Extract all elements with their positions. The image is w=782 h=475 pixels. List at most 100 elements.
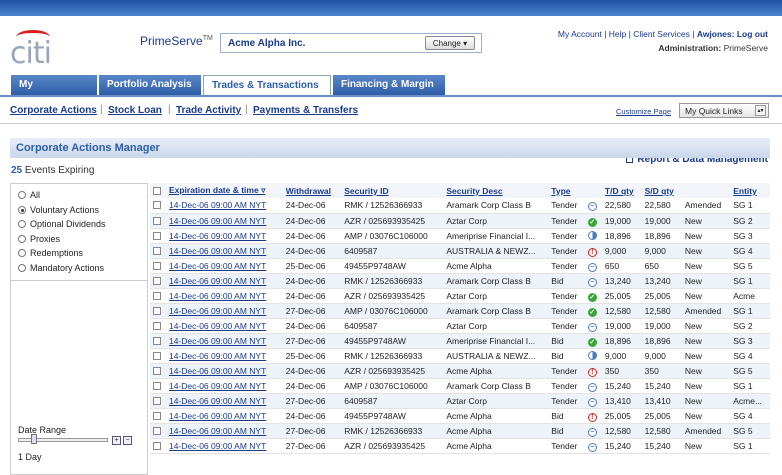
table-row[interactable]: 14-Dec-06 09:00 AM NYT 24-Dec-06 RMK / 125… bbox=[150, 198, 770, 214]
checkbox[interactable] bbox=[150, 303, 166, 319]
table-row[interactable]: 14-Dec-06 09:00 AM NYT 24-Dec-06 AZR / 025… bbox=[150, 213, 770, 229]
checkbox[interactable] bbox=[150, 363, 166, 379]
expiration-link[interactable]: 14-Dec-06 09:00 AM NYT bbox=[165, 288, 283, 304]
table-row[interactable]: 14-Dec-06 09:00 AM NYT 24-Dec-06 AMP / 030… bbox=[150, 228, 770, 244]
expiration-link[interactable]: 14-Dec-06 09:00 AM NYT bbox=[165, 438, 283, 454]
radio-button[interactable] bbox=[18, 249, 26, 257]
subnav-stock-loan[interactable]: Stock Loan bbox=[108, 105, 162, 116]
expiration-link[interactable]: 14-Dec-06 09:00 AM NYT bbox=[165, 348, 283, 364]
expiration-link[interactable]: 14-Dec-06 09:00 AM NYT bbox=[165, 333, 283, 349]
expiration-link[interactable]: 14-Dec-06 09:00 AM NYT bbox=[165, 408, 283, 424]
type: Bid bbox=[548, 408, 585, 424]
logout-link[interactable]: Log out bbox=[737, 29, 768, 39]
expiration-link[interactable]: 14-Dec-06 09:00 AM NYT bbox=[165, 198, 283, 214]
table-row[interactable]: 14-Dec-06 09:00 AM NYT 24-Dec-06 AZR / 025… bbox=[150, 363, 770, 379]
checkbox[interactable] bbox=[150, 273, 166, 289]
expiration-link[interactable]: 14-Dec-06 09:00 AM NYT bbox=[165, 213, 283, 229]
security-id: RMK / 12526366933 bbox=[341, 273, 444, 289]
checkbox[interactable] bbox=[150, 213, 166, 229]
checkbox[interactable] bbox=[150, 288, 166, 304]
radio-button[interactable] bbox=[18, 205, 26, 214]
filter-option[interactable]: All bbox=[18, 190, 40, 200]
table-row[interactable]: 14-Dec-06 09:00 AM NYT 27-Dec-06 AZR / 025… bbox=[150, 438, 770, 454]
checkbox[interactable] bbox=[150, 258, 166, 274]
table-row[interactable]: 14-Dec-06 09:00 AM NYT 24-Dec-06 49455P974… bbox=[150, 408, 770, 424]
subnav-payments-transfers[interactable]: Payments & Transfers bbox=[253, 105, 358, 116]
expiration-link[interactable]: 14-Dec-06 09:00 AM NYT bbox=[165, 363, 283, 379]
table-row[interactable]: 14-Dec-06 09:00 AM NYT 24-Dec-06 6409587 Az… bbox=[150, 318, 770, 334]
checkbox[interactable] bbox=[150, 393, 166, 409]
table-row[interactable]: 14-Dec-06 09:00 AM NYT 27-Dec-06 AMP / 030… bbox=[150, 303, 770, 319]
table-row[interactable]: 14-Dec-06 09:00 AM NYT 27-Dec-06 6409587 Az… bbox=[150, 393, 770, 409]
account-selector: Acme Alpha Inc. Change ▾ bbox=[220, 33, 482, 53]
status-icon bbox=[584, 348, 602, 364]
tab-financing-margin[interactable]: Financing & Margin ▾ bbox=[333, 75, 445, 110]
checkbox[interactable] bbox=[150, 408, 166, 424]
table-row[interactable]: 14-Dec-06 09:00 AM NYT 25-Dec-06 RMK / 125… bbox=[150, 348, 770, 364]
checkbox[interactable] bbox=[150, 333, 166, 349]
client-services-link[interactable]: Client Services bbox=[633, 29, 690, 39]
col-expiration[interactable]: Expiration date & time ▿ bbox=[165, 183, 283, 198]
tab-portfolio-analysis[interactable]: Portfolio Analysis ▾ bbox=[99, 75, 201, 110]
expiration-link[interactable]: 14-Dec-06 09:00 AM NYT bbox=[165, 423, 283, 439]
expiration-link[interactable]: 14-Dec-06 09:00 AM NYT bbox=[165, 393, 283, 409]
checkbox[interactable] bbox=[150, 228, 166, 244]
checkbox[interactable] bbox=[150, 423, 166, 439]
filter-option[interactable]: Mandatory Actions bbox=[18, 263, 104, 273]
checkbox[interactable] bbox=[150, 438, 166, 454]
checkbox[interactable] bbox=[150, 348, 166, 364]
checkbox[interactable] bbox=[150, 243, 166, 259]
checkbox[interactable] bbox=[150, 318, 166, 334]
expiration-link[interactable]: 14-Dec-06 09:00 AM NYT bbox=[165, 273, 283, 289]
radio-button[interactable] bbox=[18, 263, 26, 272]
tab-my-primeserve[interactable]: My PrimeServe bbox=[11, 75, 97, 110]
col-type[interactable]: Type bbox=[548, 183, 585, 198]
filter-option[interactable]: Optional Dividends bbox=[18, 219, 106, 229]
filter-option[interactable]: Proxies bbox=[18, 234, 60, 244]
filter-option[interactable]: Redemptions bbox=[18, 248, 83, 258]
sd-qty: 13,240 bbox=[641, 273, 682, 289]
checkbox[interactable] bbox=[150, 198, 166, 214]
radio-button[interactable] bbox=[18, 191, 26, 199]
col-entity[interactable]: Entity bbox=[730, 183, 770, 198]
col-security-desc[interactable]: Security Desc bbox=[443, 183, 549, 198]
select-all-checkbox[interactable] bbox=[150, 183, 166, 198]
table-row[interactable]: 14-Dec-06 09:00 AM NYT 24-Dec-06 RMK / 125… bbox=[150, 273, 770, 289]
help-link[interactable]: Help bbox=[609, 29, 626, 39]
plus-icon[interactable]: + bbox=[112, 436, 121, 445]
customize-page-link[interactable]: Customize Page bbox=[616, 107, 671, 116]
checkbox[interactable] bbox=[150, 378, 166, 394]
table-row[interactable]: 14-Dec-06 09:00 AM NYT 24-Dec-06 AZR / 025… bbox=[150, 288, 770, 304]
radio-button[interactable] bbox=[18, 220, 26, 228]
expiration-link[interactable]: 14-Dec-06 09:00 AM NYT bbox=[165, 318, 283, 334]
table-row[interactable]: 14-Dec-06 09:00 AM NYT 27-Dec-06 RMK / 125… bbox=[150, 423, 770, 439]
subnav-trade-activity[interactable]: Trade Activity bbox=[176, 105, 241, 116]
table-row[interactable]: 14-Dec-06 09:00 AM NYT 24-Dec-06 AMP / 030… bbox=[150, 378, 770, 394]
security-id: RMK / 12526366933 bbox=[341, 198, 444, 214]
col-security-id[interactable]: Security ID bbox=[341, 183, 444, 198]
expiration-link[interactable]: 14-Dec-06 09:00 AM NYT bbox=[165, 243, 283, 259]
my-account-link[interactable]: My Account bbox=[558, 29, 602, 39]
subnav-corporate-actions[interactable]: Corporate Actions bbox=[10, 105, 97, 116]
expiration-link[interactable]: 14-Dec-06 09:00 AM NYT bbox=[165, 378, 283, 394]
tab-trades-transactions[interactable]: Trades & Transactions ▾ bbox=[203, 75, 331, 111]
table-header-row: Expiration date & time ▿ Withdrawal Secu… bbox=[150, 183, 770, 198]
expiration-link[interactable]: 14-Dec-06 09:00 AM NYT bbox=[165, 228, 283, 244]
filter-option[interactable]: Voluntary Actions bbox=[18, 205, 99, 215]
citi-logo[interactable]: citi bbox=[10, 30, 52, 71]
expiration-link[interactable]: 14-Dec-06 09:00 AM NYT bbox=[165, 258, 283, 274]
minus-icon[interactable]: − bbox=[123, 436, 132, 445]
col-sd-qty[interactable]: S/D qty bbox=[641, 183, 682, 198]
security-desc: Aramark Corp Class B bbox=[443, 303, 549, 319]
quick-links-select[interactable]: My Quick Links ▴▾ bbox=[679, 103, 769, 118]
change-account-button[interactable]: Change ▾ bbox=[425, 36, 475, 50]
slider-handle[interactable] bbox=[31, 434, 37, 444]
table-row[interactable]: 14-Dec-06 09:00 AM NYT 25-Dec-06 49455P974… bbox=[150, 258, 770, 274]
withdrawal-date: 24-Dec-06 bbox=[282, 228, 342, 244]
col-withdrawal[interactable]: Withdrawal bbox=[282, 183, 342, 198]
col-td-qty[interactable]: T/D qty bbox=[601, 183, 642, 198]
expiration-link[interactable]: 14-Dec-06 09:00 AM NYT bbox=[165, 303, 283, 319]
table-row[interactable]: 14-Dec-06 09:00 AM NYT 24-Dec-06 6409587 AU… bbox=[150, 243, 770, 259]
table-row[interactable]: 14-Dec-06 09:00 AM NYT 27-Dec-06 49455P974… bbox=[150, 333, 770, 349]
radio-button[interactable] bbox=[18, 234, 26, 243]
